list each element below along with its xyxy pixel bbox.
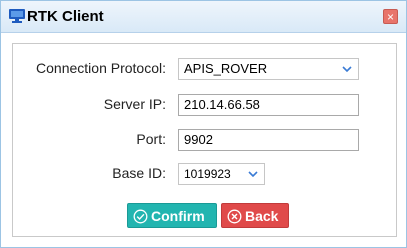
port-input[interactable]: 9902 xyxy=(178,129,359,151)
confirm-button[interactable]: Confirm xyxy=(127,203,217,228)
server-ip-value: 210.14.66.58 xyxy=(184,97,260,112)
rtk-client-dialog: RTK Client × Connection Protocol: APIS_R… xyxy=(0,0,407,248)
x-circle-icon xyxy=(227,209,242,224)
server-ip-label: Server IP: xyxy=(103,96,166,112)
base-id-select[interactable]: 1019923 xyxy=(178,163,265,185)
chevron-down-icon xyxy=(248,171,258,178)
check-circle-icon xyxy=(133,209,148,224)
monitor-icon xyxy=(9,9,25,23)
base-id-label: Base ID: xyxy=(112,165,166,181)
port-value: 9902 xyxy=(184,132,213,147)
protocol-label: Connection Protocol: xyxy=(36,60,166,76)
back-button-label: Back xyxy=(245,208,279,224)
confirm-button-label: Confirm xyxy=(151,208,205,224)
port-label: Port: xyxy=(136,131,166,147)
protocol-selected-value: APIS_ROVER xyxy=(184,61,268,76)
server-ip-input[interactable]: 210.14.66.58 xyxy=(178,94,359,116)
dialog-title: RTK Client xyxy=(27,8,104,25)
close-icon[interactable]: × xyxy=(383,9,398,24)
protocol-select[interactable]: APIS_ROVER xyxy=(178,58,359,80)
base-id-selected-value: 1019923 xyxy=(184,167,231,181)
chevron-down-icon xyxy=(342,66,352,73)
dialog-titlebar: RTK Client × xyxy=(1,1,406,33)
back-button[interactable]: Back xyxy=(221,203,289,228)
form-panel: Connection Protocol: APIS_ROVER Server I… xyxy=(12,43,397,237)
